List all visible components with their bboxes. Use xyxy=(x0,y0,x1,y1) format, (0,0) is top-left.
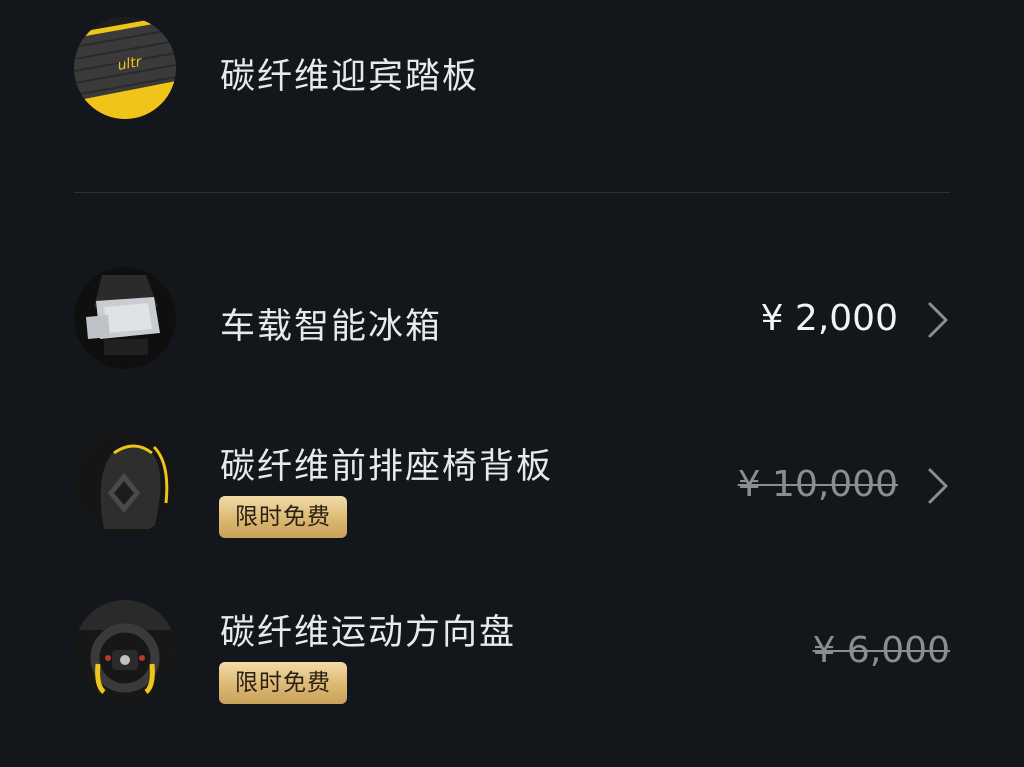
limited-free-badge: 限时免费 xyxy=(219,496,347,538)
list-item-seat-back[interactable]: 碳纤维前排座椅背板 限时免费 ¥ 10,000 xyxy=(0,420,1024,550)
limited-free-badge: 限时免费 xyxy=(219,662,347,704)
divider xyxy=(74,192,950,193)
item-original-price: ¥ 10,000 xyxy=(737,464,898,505)
item-title: 碳纤维运动方向盘 xyxy=(220,613,517,653)
list-item-steering-wheel[interactable]: 碳纤维运动方向盘 限时免费 ¥ 6,000 xyxy=(0,590,1024,720)
steering-wheel-thumbnail xyxy=(74,600,176,702)
fridge-thumbnail xyxy=(74,267,176,369)
chevron-right-icon[interactable] xyxy=(926,300,950,340)
list-item-door-sill[interactable]: ultr 碳纤维迎宾踏板 xyxy=(0,0,1024,190)
item-title: 碳纤维前排座椅背板 xyxy=(220,447,554,487)
chevron-right-icon[interactable] xyxy=(926,466,950,506)
item-price: ¥ 2,000 xyxy=(760,298,898,339)
item-title: 碳纤维迎宾踏板 xyxy=(220,57,480,97)
accessories-list: ultr 碳纤维迎宾踏板 车载智能冰箱 ¥ 2,000 碳纤维前排座椅背板 限时… xyxy=(0,0,1024,767)
item-title: 车载智能冰箱 xyxy=(220,307,443,347)
list-item-fridge[interactable]: 车载智能冰箱 ¥ 2,000 xyxy=(0,260,1024,380)
item-original-price: ¥ 6,000 xyxy=(812,630,950,671)
seat-back-thumbnail xyxy=(74,433,176,535)
door-sill-thumbnail: ultr xyxy=(74,17,176,119)
